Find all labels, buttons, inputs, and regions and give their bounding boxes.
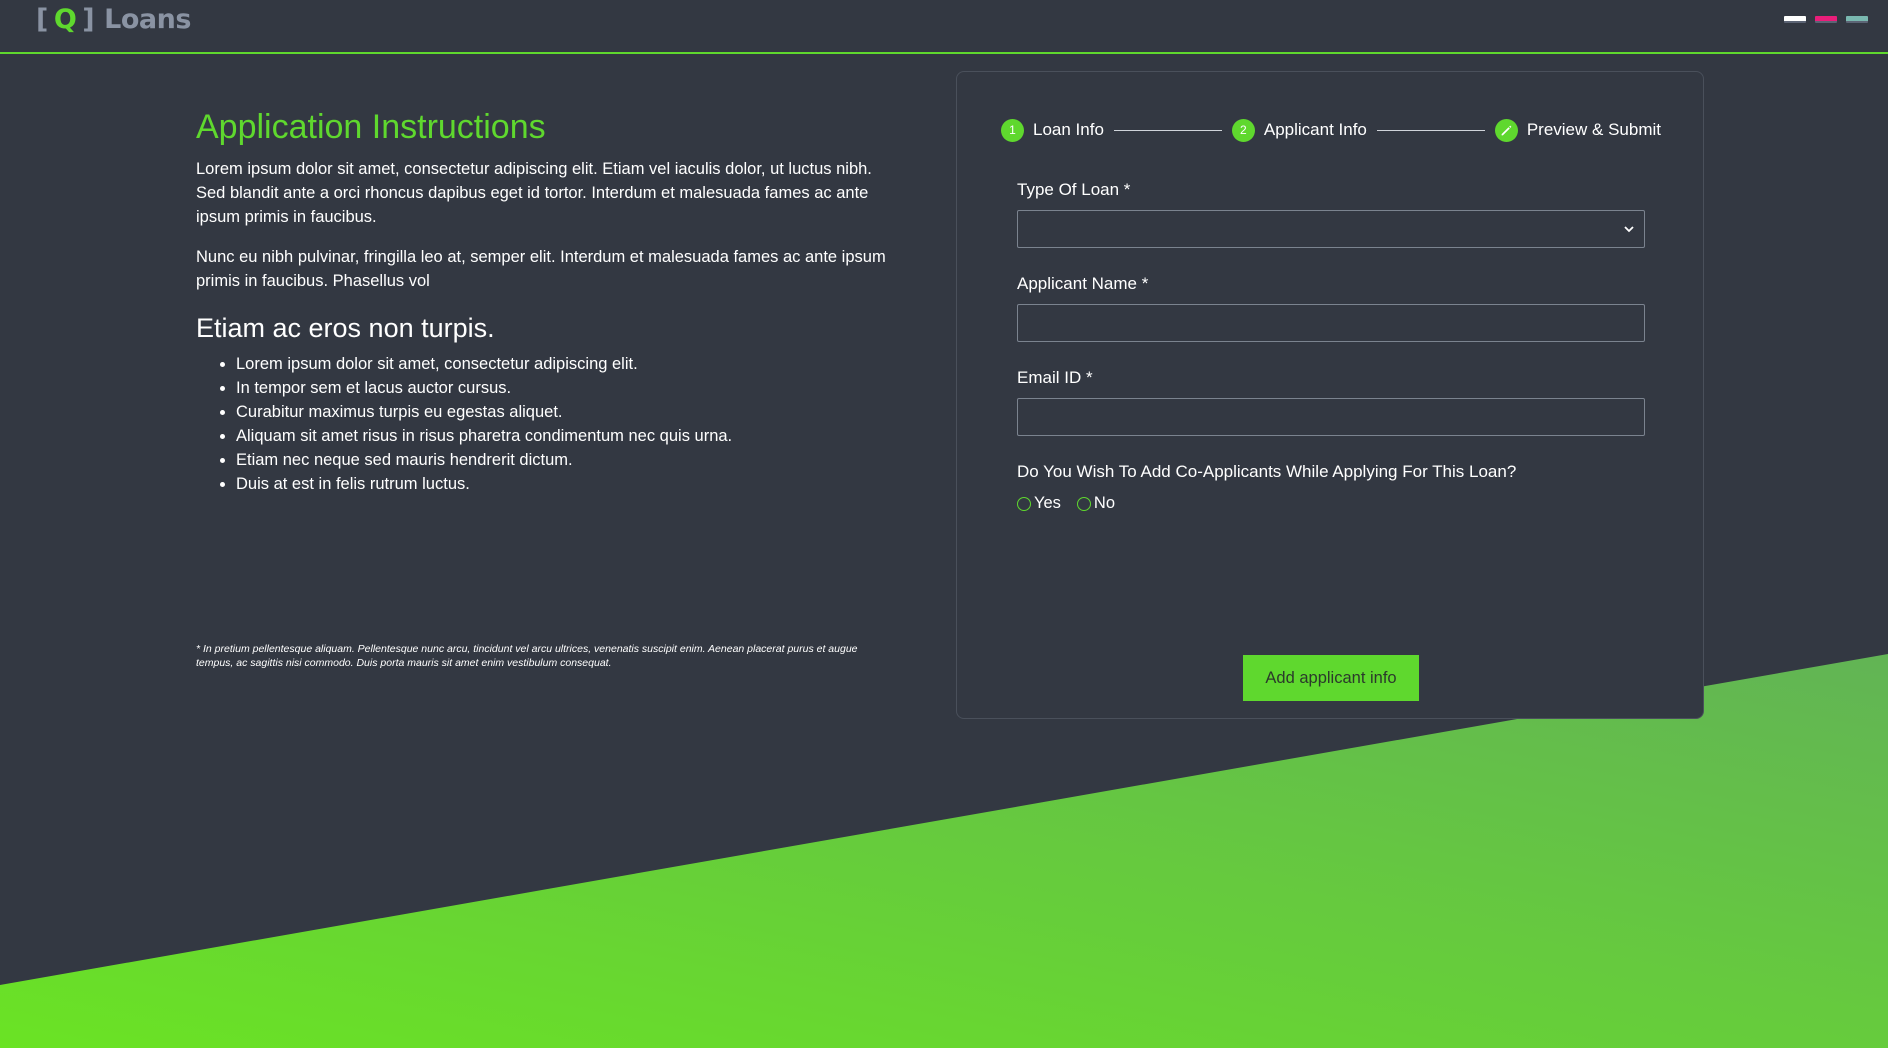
step-label: Preview & Submit (1526, 120, 1661, 139)
list-item: Lorem ipsum dolor sit amet, consectetur … (236, 352, 886, 376)
page: [ Q ] Loans Application Instructions Lor… (0, 0, 1888, 1048)
radio-no[interactable]: No (1076, 494, 1116, 513)
add-applicant-info-button[interactable]: Add applicant info (1243, 655, 1419, 701)
radio-no-label: No (1093, 494, 1116, 512)
instructions-title: Application Instructions (196, 108, 546, 146)
theme-swatch-pink[interactable] (1815, 16, 1837, 23)
step-label: Applicant Info (1263, 120, 1367, 139)
application-form-card: 1 Loan Info 2 Applicant Info Preview & S… (956, 71, 1704, 719)
step-applicant-info[interactable]: 2 Applicant Info (1231, 118, 1367, 142)
step-number: 2 (1231, 118, 1255, 142)
step-preview-submit[interactable]: Preview & Submit (1494, 118, 1661, 142)
email-input[interactable] (1018, 399, 1644, 435)
step-loan-info[interactable]: 1 Loan Info (1001, 118, 1104, 142)
applicant-name-label: Applicant Name * (1017, 274, 1149, 293)
loan-type-select[interactable] (1017, 210, 1645, 248)
theme-swatch-white[interactable] (1784, 16, 1806, 23)
radio-yes-circle[interactable] (1017, 496, 1031, 511)
list-item: Duis at est in felis rutrum luctus. (236, 472, 886, 496)
instructions-paragraph-2: Nunc eu nibh pulvinar, fringilla leo at,… (196, 248, 886, 290)
radio-yes-label: Yes (1034, 494, 1061, 512)
applicant-name-input[interactable] (1018, 305, 1644, 341)
list-item: Aliquam sit amet risus in risus pharetra… (236, 424, 886, 448)
logo-bracket-open: [ (36, 4, 48, 35)
instructions-panel: Application Instructions Lorem ipsum dol… (196, 108, 886, 496)
progress-stepper: 1 Loan Info 2 Applicant Info Preview & S… (1001, 116, 1661, 144)
list-item: Etiam nec neque sed mauris hendrerit dic… (236, 448, 886, 472)
radio-yes[interactable]: Yes (1017, 494, 1061, 513)
co-applicant-question: Do You Wish To Add Co-Applicants While A… (1017, 462, 1517, 481)
step-number: 1 (1001, 118, 1024, 142)
chevron-down-icon (1624, 226, 1634, 233)
logo-bracket-close: ] (82, 4, 95, 35)
loan-form: Type Of Loan * Applicant Name * Email ID… (1017, 180, 1647, 513)
loan-type-label: Type Of Loan * (1017, 180, 1131, 199)
top-header: [ Q ] Loans (0, 0, 1888, 54)
logo-word: Loans (104, 4, 191, 35)
footnote: * In pretium pellentesque aliquam. Pelle… (196, 643, 858, 669)
theme-switcher (1784, 16, 1868, 23)
app-logo[interactable]: [ Q ] Loans (36, 4, 191, 35)
email-label: Email ID * (1017, 368, 1093, 387)
applicant-name-field-wrapper (1017, 304, 1645, 342)
pencil-icon (1494, 118, 1518, 142)
instructions-subheading: Etiam ac eros non turpis. (196, 313, 495, 343)
step-label: Loan Info (1033, 120, 1104, 139)
list-item: In tempor sem et lacus auctor cursus. (236, 376, 886, 400)
theme-swatch-teal[interactable] (1846, 16, 1868, 23)
list-item: Curabitur maximus turpis eu egestas aliq… (236, 400, 886, 424)
step-connector (1376, 129, 1485, 131)
instructions-list: Lorem ipsum dolor sit amet, consectetur … (196, 352, 886, 496)
radio-no-circle[interactable] (1076, 496, 1091, 511)
instructions-paragraph-1: Lorem ipsum dolor sit amet, consectetur … (196, 160, 872, 226)
co-applicant-radio-group: Yes No (1017, 494, 1647, 513)
step-connector (1113, 129, 1222, 131)
email-field-wrapper (1017, 398, 1645, 436)
logo-letter: Q (53, 4, 77, 35)
